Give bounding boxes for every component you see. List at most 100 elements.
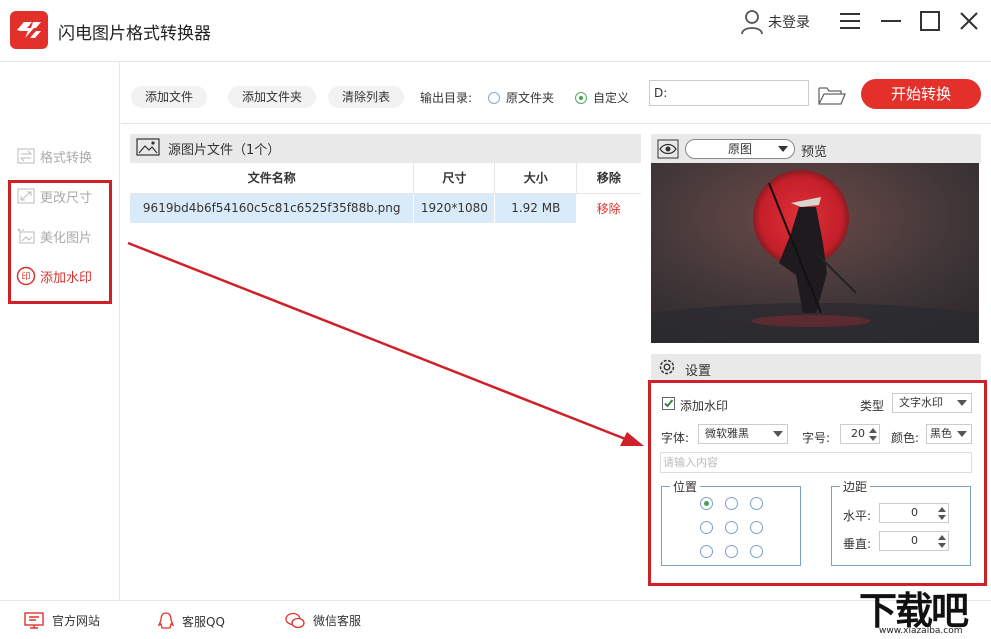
start-convert-button[interactable]: 开始转换 bbox=[861, 79, 981, 109]
checkmark-icon bbox=[664, 399, 674, 408]
add-folder-button[interactable]: 添加文件夹 bbox=[228, 86, 317, 108]
settings-header: 设置 bbox=[651, 354, 981, 380]
font-label: 字体: bbox=[661, 431, 690, 445]
column-header-remove: 移除 bbox=[576, 163, 641, 194]
cell-remove: 移除 bbox=[576, 193, 641, 223]
close-icon bbox=[960, 12, 978, 30]
output-source-folder-radio[interactable]: 原文件夹 bbox=[488, 89, 554, 106]
horizontal-label: 水平: bbox=[843, 509, 872, 523]
position-middle-right-radio[interactable] bbox=[750, 521, 763, 534]
position-bottom-center-radio[interactable] bbox=[725, 545, 738, 558]
spin-down-icon[interactable] bbox=[938, 543, 946, 548]
position-middle-left-radio[interactable] bbox=[700, 521, 713, 534]
preview-header: 原图 预览 bbox=[651, 134, 981, 163]
maximize-icon bbox=[920, 11, 940, 31]
watermark-type-select[interactable]: 文字水印 bbox=[892, 393, 972, 413]
support-qq-link[interactable]: 客服QQ bbox=[158, 612, 225, 630]
image-icon bbox=[136, 137, 160, 160]
cell-dimensions: 1920*1080 bbox=[413, 193, 496, 223]
folder-icon bbox=[818, 87, 846, 105]
chevron-down-icon bbox=[778, 146, 788, 152]
browse-folder-button[interactable] bbox=[817, 84, 847, 106]
position-bottom-right-radio[interactable] bbox=[750, 545, 763, 558]
radio-indicator bbox=[575, 91, 587, 104]
footer-label: 客服QQ bbox=[182, 614, 225, 629]
footer: 官方网站 客服QQ 微信客服 bbox=[0, 600, 991, 639]
font-size-label: 字号: bbox=[802, 431, 831, 445]
position-top-center-radio[interactable] bbox=[725, 497, 738, 510]
column-header-dimensions: 尺寸 bbox=[413, 163, 496, 194]
position-top-left-radio[interactable] bbox=[700, 497, 713, 510]
margin-label: 边距 bbox=[840, 478, 871, 495]
horizontal-margin-input[interactable]: 0 bbox=[879, 503, 949, 523]
settings-label: 设置 bbox=[685, 364, 712, 379]
chevron-down-icon bbox=[773, 431, 783, 437]
file-list-panel: 源图片文件（1个） 文件名称 尺寸 大小 移除 9619bd4b6f54160c… bbox=[130, 134, 641, 224]
font-size-input[interactable]: 20 bbox=[840, 424, 880, 444]
site-watermark-logo: 下载吧 www.xiazaiba.com bbox=[855, 580, 991, 639]
file-list-title: 源图片文件（1个） bbox=[168, 143, 281, 158]
input-value: 0 bbox=[911, 506, 918, 519]
minimize-button[interactable] bbox=[880, 10, 902, 32]
user-login-button[interactable]: 未登录 bbox=[740, 8, 810, 36]
preview-image bbox=[651, 163, 979, 343]
output-custom-radio[interactable]: 自定义 bbox=[575, 89, 629, 106]
margin-group: 边距 bbox=[831, 478, 971, 566]
vertical-label: 垂直: bbox=[843, 537, 872, 551]
color-label: 颜色: bbox=[891, 431, 920, 445]
color-select[interactable]: 黑色 bbox=[926, 424, 972, 444]
position-label: 位置 bbox=[670, 478, 701, 495]
file-table: 文件名称 尺寸 大小 移除 9619bd4b6f54160c5c81c6525f… bbox=[130, 163, 641, 223]
spin-down-icon[interactable] bbox=[938, 515, 946, 520]
footer-label: 官方网站 bbox=[52, 614, 101, 628]
title-bar: 闪电图片格式转换器 未登录 bbox=[0, 0, 991, 62]
preview-label: 预览 bbox=[801, 145, 828, 160]
menu-icon bbox=[840, 13, 860, 29]
cell-file-name: 9619bd4b6f54160c5c81c6525f35f88b.png bbox=[130, 193, 415, 223]
spin-up-icon[interactable] bbox=[938, 507, 946, 512]
eye-icon bbox=[657, 139, 679, 159]
watermark-content-input[interactable]: 请输入内容 bbox=[660, 452, 972, 473]
app-logo-icon bbox=[10, 11, 48, 49]
clear-list-button[interactable]: 清除列表 bbox=[328, 86, 405, 108]
remove-file-link[interactable]: 移除 bbox=[597, 202, 621, 216]
radio-indicator bbox=[488, 91, 500, 104]
font-select[interactable]: 微软雅黑 bbox=[698, 424, 788, 444]
chevron-down-icon bbox=[957, 431, 967, 437]
spin-up-icon[interactable] bbox=[869, 428, 877, 433]
table-header-row: 文件名称 尺寸 大小 移除 bbox=[130, 163, 641, 194]
wechat-icon bbox=[285, 612, 305, 629]
position-bottom-left-radio[interactable] bbox=[700, 545, 713, 558]
maximize-button[interactable] bbox=[919, 10, 941, 32]
preview-mode-select[interactable]: 原图 bbox=[685, 139, 795, 159]
preview-mode-value: 原图 bbox=[727, 142, 752, 156]
swap-icon bbox=[16, 146, 36, 166]
user-status-label: 未登录 bbox=[768, 15, 810, 31]
gear-icon bbox=[659, 359, 675, 375]
spin-down-icon[interactable] bbox=[869, 436, 877, 441]
table-row[interactable]: 9619bd4b6f54160c5c81c6525f35f88b.png 192… bbox=[130, 193, 641, 223]
sidebar-item-format-convert[interactable]: 格式转换 bbox=[16, 144, 92, 168]
annotation-box-sidebar bbox=[8, 180, 112, 304]
add-watermark-checkbox[interactable] bbox=[662, 397, 675, 410]
position-center-radio[interactable] bbox=[725, 521, 738, 534]
output-path-input[interactable] bbox=[649, 80, 809, 106]
input-value: 0 bbox=[911, 534, 918, 547]
spin-up-icon[interactable] bbox=[938, 535, 946, 540]
select-value: 文字水印 bbox=[899, 396, 943, 409]
file-list-header: 源图片文件（1个） bbox=[130, 134, 641, 163]
add-file-button[interactable]: 添加文件 bbox=[131, 86, 208, 108]
official-website-link[interactable]: 官方网站 bbox=[24, 612, 100, 629]
footer-label: 微信客服 bbox=[313, 614, 362, 628]
radio-label: 自定义 bbox=[593, 91, 630, 105]
select-value: 微软雅黑 bbox=[705, 427, 749, 440]
menu-button[interactable] bbox=[839, 10, 861, 32]
sidebar: 格式转换 更改尺寸 美化图片 印 添加水印 bbox=[0, 62, 120, 600]
minimize-icon bbox=[881, 20, 901, 22]
position-top-right-radio[interactable] bbox=[750, 497, 763, 510]
qq-icon bbox=[158, 612, 174, 629]
vertical-margin-input[interactable]: 0 bbox=[879, 531, 949, 551]
wechat-support-link[interactable]: 微信客服 bbox=[285, 612, 361, 629]
close-button[interactable] bbox=[958, 10, 980, 32]
output-dir-label: 输出目录: bbox=[420, 91, 473, 105]
